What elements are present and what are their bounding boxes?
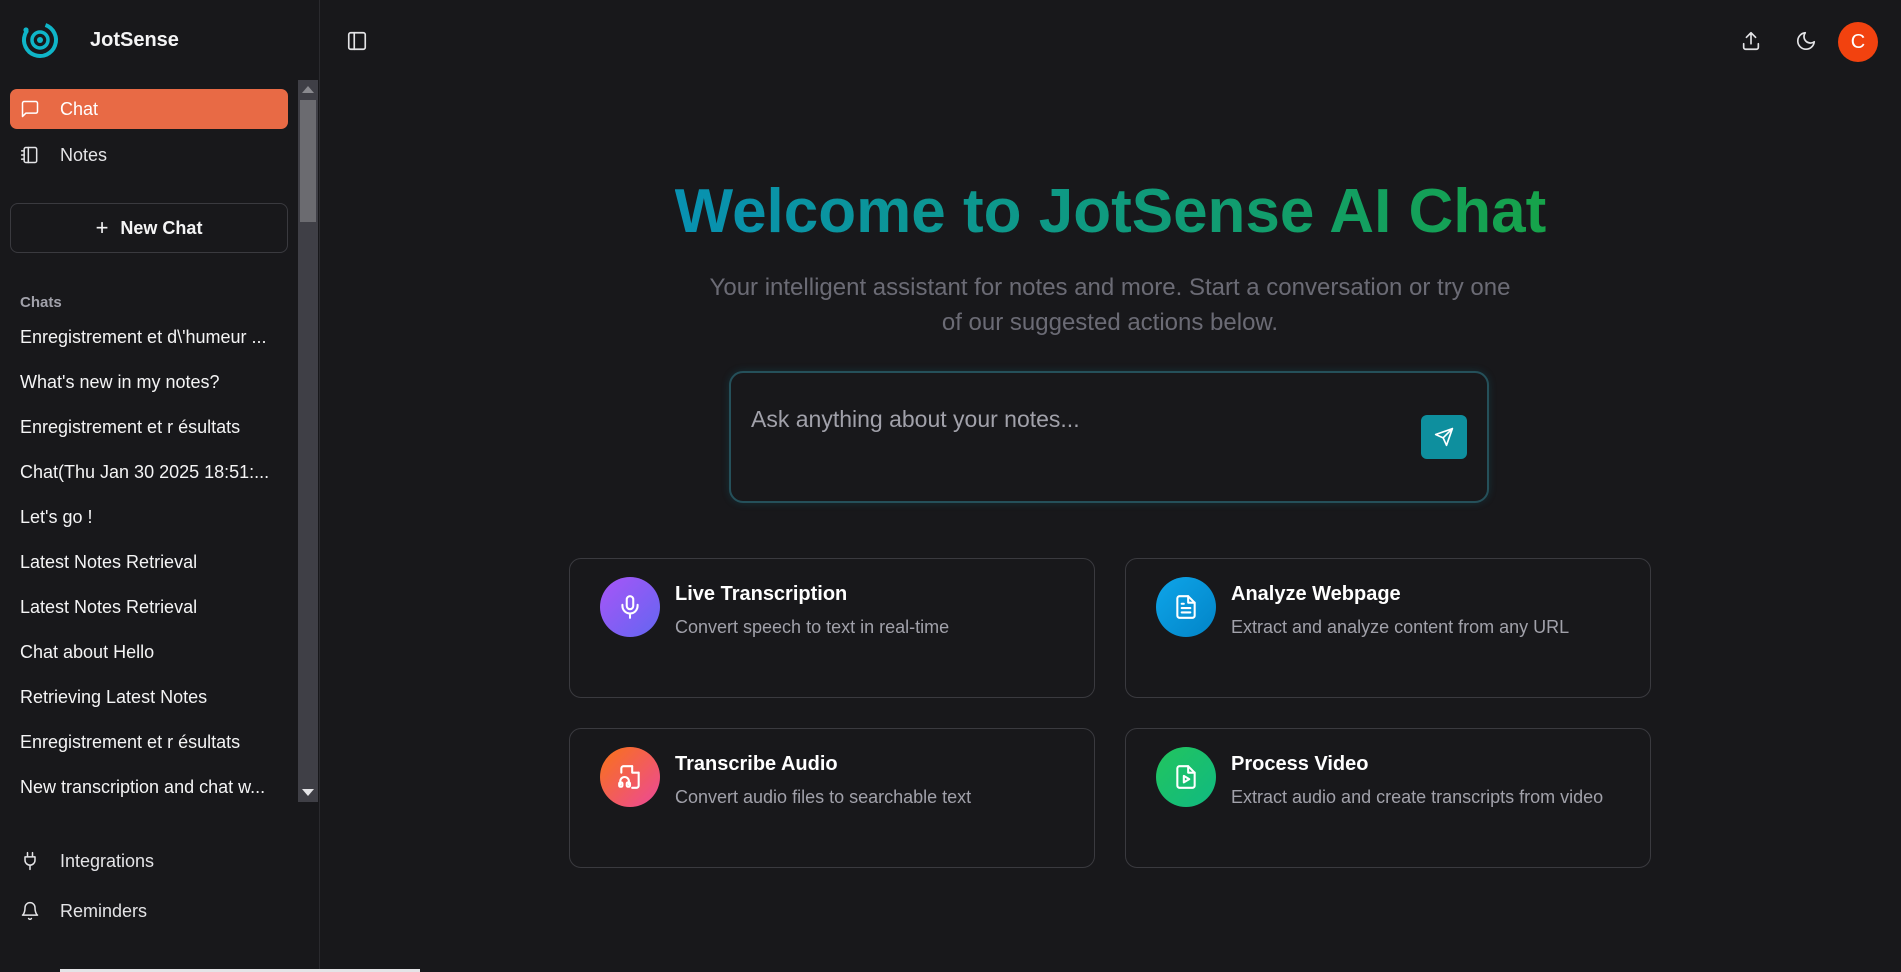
chat-list-item[interactable]: Enregistrement et d\'humeur ... (20, 322, 280, 352)
chats-section-title: Chats (20, 294, 62, 311)
chat-list-item[interactable]: What's new in my notes? (20, 367, 280, 397)
card-description: Extract audio and create transcripts fro… (1231, 787, 1604, 807)
nav-item-notes[interactable]: Notes (10, 135, 288, 175)
nav-item-chat-label: Chat (60, 98, 99, 119)
nav-item-chat[interactable]: Chat (10, 89, 288, 129)
nav-item-integrations[interactable]: Integrations (10, 841, 288, 881)
welcome-subtitle: Your intelligent assistant for notes and… (709, 274, 1511, 336)
jotsense-logo-icon (22, 22, 58, 58)
nav-item-reminders[interactable]: Reminders (10, 891, 288, 931)
file-text-icon (1156, 577, 1216, 637)
chat-list-item[interactable]: Latest Notes Retrieval (20, 592, 280, 622)
welcome-title-text: Welcome to JotSense AI Chat (674, 177, 1547, 246)
file-audio-icon (600, 747, 660, 807)
card-title: Live Transcription (675, 583, 848, 605)
file-video-icon (1156, 747, 1216, 807)
send-icon (1434, 427, 1454, 447)
transcribe-audio-card[interactable]: Transcribe Audio Convert audio files to … (569, 728, 1095, 868)
chat-list-item[interactable]: Latest Notes Retrieval (20, 547, 280, 577)
scroll-up-arrow-icon[interactable] (302, 86, 314, 93)
plug-icon (20, 851, 40, 871)
chat-list-item[interactable]: Retrieving Latest Notes (20, 682, 280, 712)
scrollbar-thumb[interactable] (300, 100, 316, 222)
card-title: Process Video (1231, 753, 1369, 775)
mic-icon (600, 577, 660, 637)
chat-prompt-box[interactable] (729, 371, 1489, 503)
sidebar: JotSense Chat Notes + New Chat Chats Enr… (0, 0, 320, 972)
analyze-webpage-card[interactable]: Analyze Webpage Extract and analyze cont… (1125, 558, 1651, 698)
nav-item-reminders-label: Reminders (60, 900, 148, 921)
card-description: Convert speech to text in real-time (675, 617, 950, 637)
scroll-down-arrow-icon[interactable] (302, 789, 314, 796)
bell-icon (20, 901, 40, 921)
moon-icon[interactable] (1795, 30, 1817, 52)
chat-list-item[interactable]: Chat(Thu Jan 30 2025 18:51:... (20, 457, 280, 487)
card-title: Analyze Webpage (1231, 583, 1401, 605)
new-chat-button[interactable]: + New Chat (10, 203, 288, 253)
message-square-icon (20, 99, 40, 119)
welcome-title: Welcome to JotSense AI Chat (320, 176, 1901, 247)
new-chat-label: New Chat (120, 217, 203, 238)
chat-list-item[interactable]: New transcription and chat w... (20, 772, 280, 800)
nav-item-integrations-label: Integrations (60, 850, 155, 871)
process-video-card[interactable]: Process Video Extract audio and create t… (1125, 728, 1651, 868)
card-description: Extract and analyze content from any URL (1231, 617, 1570, 637)
chat-input[interactable] (751, 403, 1391, 435)
live-transcription-card[interactable]: Live Transcription Convert speech to tex… (569, 558, 1095, 698)
share-upload-icon[interactable] (1740, 30, 1762, 52)
sidebar-toggle-icon[interactable] (346, 30, 368, 52)
card-description: Convert audio files to searchable text (675, 787, 972, 807)
chat-list-item[interactable]: Enregistrement et r ésultats (20, 412, 280, 442)
chat-list-item[interactable]: Enregistrement et r ésultats (20, 727, 280, 757)
brand[interactable]: JotSense (20, 18, 179, 62)
notebook-icon (20, 145, 40, 165)
chat-list-item[interactable]: Let's go ! (20, 502, 280, 532)
sidebar-scrollbar[interactable] (298, 80, 318, 802)
chat-list: Enregistrement et d\'humeur ... What's n… (0, 322, 296, 800)
app-name: JotSense (90, 28, 179, 51)
main-area: C Welcome to JotSense AI Chat Your intel… (320, 0, 1901, 972)
nav-item-notes-label: Notes (60, 144, 108, 165)
card-title: Transcribe Audio (675, 753, 838, 775)
user-avatar[interactable]: C (1838, 22, 1878, 62)
send-button[interactable] (1421, 415, 1467, 459)
plus-icon: + (95, 215, 109, 240)
chat-list-item[interactable]: Chat about Hello (20, 637, 280, 667)
